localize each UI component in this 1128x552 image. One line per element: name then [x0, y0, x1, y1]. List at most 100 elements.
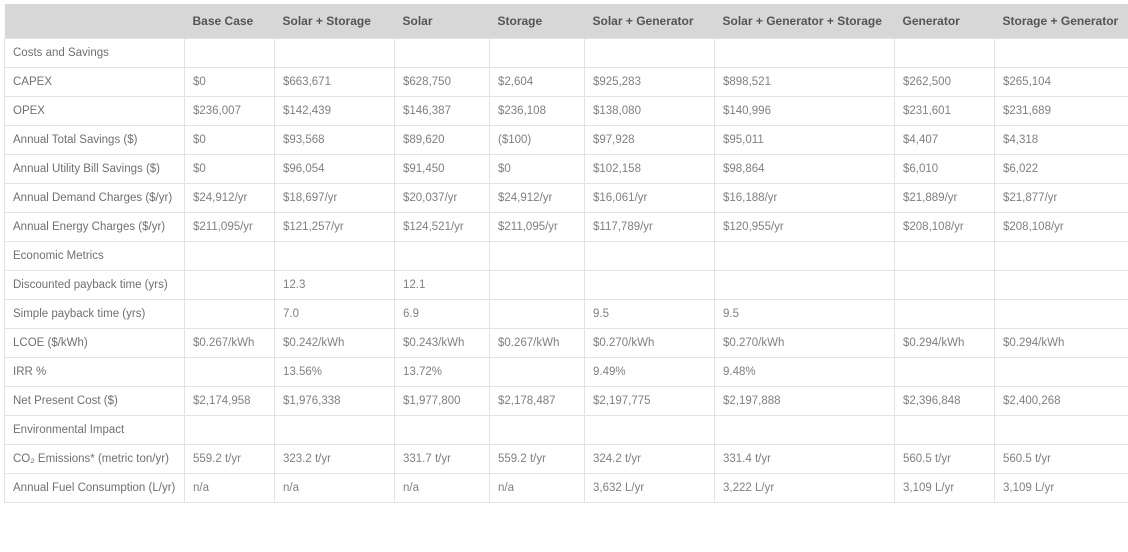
- cell-value: $20,037/yr: [395, 184, 490, 213]
- cell-value: $208,108/yr: [895, 213, 995, 242]
- cell-value: $93,568: [275, 126, 395, 155]
- cell-value: [895, 300, 995, 329]
- empty-cell: [395, 416, 490, 445]
- cell-value: $898,521: [715, 68, 895, 97]
- section-title: Environmental Impact: [5, 416, 185, 445]
- cell-value: $1,977,800: [395, 387, 490, 416]
- cell-value: ($100): [490, 126, 585, 155]
- cell-value: $0: [490, 155, 585, 184]
- cell-value: $102,158: [585, 155, 715, 184]
- section-title: Costs and Savings: [5, 39, 185, 68]
- cell-value: $140,996: [715, 97, 895, 126]
- cell-value: $96,054: [275, 155, 395, 184]
- header-solar: Solar: [395, 4, 490, 39]
- empty-cell: [895, 242, 995, 271]
- cell-value: 559.2 t/yr: [490, 445, 585, 474]
- cell-value: $0.267/kWh: [185, 329, 275, 358]
- header-base-case: Base Case: [185, 4, 275, 39]
- cell-value: 12.1: [395, 271, 490, 300]
- cell-value: $4,318: [995, 126, 1128, 155]
- cell-value: $95,011: [715, 126, 895, 155]
- cell-value: $91,450: [395, 155, 490, 184]
- row-label: CAPEX: [5, 68, 185, 97]
- cell-value: $120,955/yr: [715, 213, 895, 242]
- cell-value: $2,197,888: [715, 387, 895, 416]
- header-storage-generator: Storage + Generator: [995, 4, 1128, 39]
- row-label: Annual Total Savings ($): [5, 126, 185, 155]
- cell-value: $117,789/yr: [585, 213, 715, 242]
- section-row: Environmental Impact: [5, 416, 1128, 445]
- empty-cell: [490, 39, 585, 68]
- cell-value: $121,257/yr: [275, 213, 395, 242]
- cell-value: $6,010: [895, 155, 995, 184]
- cell-value: 9.49%: [585, 358, 715, 387]
- cell-value: $2,178,487: [490, 387, 585, 416]
- empty-cell: [275, 39, 395, 68]
- cell-value: [995, 300, 1128, 329]
- header-solar-generator: Solar + Generator: [585, 4, 715, 39]
- empty-cell: [490, 242, 585, 271]
- table-row: OPEX$236,007$142,439$146,387$236,108$138…: [5, 97, 1128, 126]
- cell-value: $628,750: [395, 68, 490, 97]
- row-label: CO₂ Emissions* (metric ton/yr): [5, 445, 185, 474]
- cell-value: $2,400,268: [995, 387, 1128, 416]
- empty-cell: [395, 242, 490, 271]
- cell-value: $0.294/kWh: [995, 329, 1128, 358]
- cell-value: [490, 271, 585, 300]
- table-row: LCOE ($/kWh)$0.267/kWh$0.242/kWh$0.243/k…: [5, 329, 1128, 358]
- table-row: Net Present Cost ($)$2,174,958$1,976,338…: [5, 387, 1128, 416]
- cell-value: $663,671: [275, 68, 395, 97]
- cell-value: $2,604: [490, 68, 585, 97]
- cell-value: $0.242/kWh: [275, 329, 395, 358]
- row-label: Discounted payback time (yrs): [5, 271, 185, 300]
- comparison-table: Base Case Solar + Storage Solar Storage …: [4, 4, 1128, 503]
- cell-value: $231,689: [995, 97, 1128, 126]
- cell-value: [895, 271, 995, 300]
- cell-value: 331.4 t/yr: [715, 445, 895, 474]
- row-label: OPEX: [5, 97, 185, 126]
- cell-value: 6.9: [395, 300, 490, 329]
- section-row: Costs and Savings: [5, 39, 1128, 68]
- empty-cell: [895, 416, 995, 445]
- empty-cell: [585, 39, 715, 68]
- cell-value: $2,197,775: [585, 387, 715, 416]
- cell-value: [585, 271, 715, 300]
- table-row: IRR %13.56%13.72%9.49%9.48%: [5, 358, 1128, 387]
- cell-value: 3,109 L/yr: [895, 474, 995, 503]
- cell-value: 7.0: [275, 300, 395, 329]
- cell-value: $0.267/kWh: [490, 329, 585, 358]
- empty-cell: [585, 242, 715, 271]
- cell-value: [185, 271, 275, 300]
- empty-cell: [490, 416, 585, 445]
- cell-value: $2,174,958: [185, 387, 275, 416]
- cell-value: [995, 358, 1128, 387]
- table-row: Annual Utility Bill Savings ($)$0$96,054…: [5, 155, 1128, 184]
- empty-cell: [185, 416, 275, 445]
- row-label: Annual Demand Charges ($/yr): [5, 184, 185, 213]
- table-row: Annual Demand Charges ($/yr)$24,912/yr$1…: [5, 184, 1128, 213]
- cell-value: $0.294/kWh: [895, 329, 995, 358]
- cell-value: $211,095/yr: [185, 213, 275, 242]
- cell-value: $21,889/yr: [895, 184, 995, 213]
- empty-cell: [895, 39, 995, 68]
- table-row: Annual Energy Charges ($/yr)$211,095/yr$…: [5, 213, 1128, 242]
- empty-cell: [995, 416, 1128, 445]
- cell-value: [185, 358, 275, 387]
- cell-value: $0: [185, 126, 275, 155]
- row-label: Annual Fuel Consumption (L/yr): [5, 474, 185, 503]
- table-row: Simple payback time (yrs)7.06.99.59.5: [5, 300, 1128, 329]
- cell-value: $98,864: [715, 155, 895, 184]
- cell-value: $4,407: [895, 126, 995, 155]
- cell-value: 13.72%: [395, 358, 490, 387]
- cell-value: [895, 358, 995, 387]
- cell-value: $138,080: [585, 97, 715, 126]
- cell-value: $925,283: [585, 68, 715, 97]
- cell-value: $21,877/yr: [995, 184, 1128, 213]
- cell-value: $0.270/kWh: [585, 329, 715, 358]
- cell-value: [995, 271, 1128, 300]
- row-label: Net Present Cost ($): [5, 387, 185, 416]
- cell-value: 3,222 L/yr: [715, 474, 895, 503]
- cell-value: 323.2 t/yr: [275, 445, 395, 474]
- cell-value: $265,104: [995, 68, 1128, 97]
- row-label: Simple payback time (yrs): [5, 300, 185, 329]
